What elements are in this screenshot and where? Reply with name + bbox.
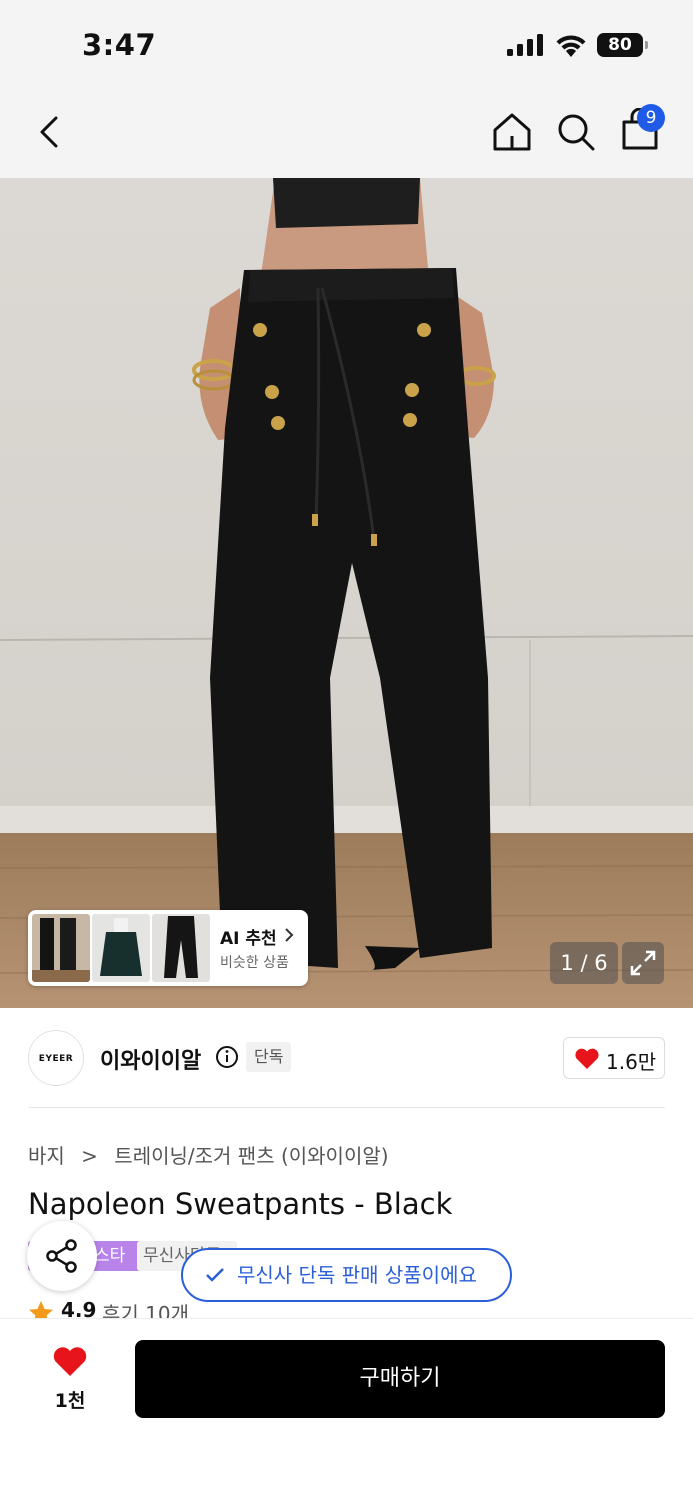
cart-count-badge: 9 — [637, 104, 665, 132]
product-photo — [0, 178, 693, 1008]
check-icon — [206, 1268, 224, 1282]
breadcrumb-subcategory[interactable]: 트레이닝/조거 팬츠 (이와이이알) — [114, 1144, 388, 1168]
thumbnail-image — [92, 914, 150, 982]
recommendation-thumbnail[interactable] — [92, 914, 150, 982]
home-button[interactable] — [490, 110, 534, 154]
thumbnail-image — [152, 914, 210, 982]
brand-name[interactable]: 이와이이알 — [100, 1043, 201, 1075]
search-icon — [558, 114, 595, 151]
back-button[interactable] — [30, 110, 70, 154]
expand-image-button[interactable] — [622, 942, 664, 984]
toast-text: 무신사 단독 판매 상품이에요 — [237, 1263, 477, 1287]
top-nav-bar — [0, 90, 693, 178]
signal-icon — [507, 34, 543, 56]
star-icon — [29, 1301, 53, 1320]
product-title: Napoleon Sweatpants - Black — [28, 1187, 453, 1221]
chevron-left-icon — [40, 116, 58, 148]
chevron-right-icon — [285, 928, 294, 942]
status-bar: 3:47 80 — [0, 0, 693, 90]
recommendation-thumbnail[interactable] — [32, 914, 90, 982]
rating-score: 4.9 — [61, 1298, 97, 1320]
wishlist-button[interactable]: 1천 — [30, 1340, 110, 1420]
search-button[interactable] — [554, 110, 598, 154]
share-button[interactable] — [27, 1221, 97, 1291]
exclusive-tag: 단독 — [246, 1042, 292, 1072]
review-count[interactable]: 후기 10개 — [102, 1298, 189, 1320]
expand-icon — [630, 950, 656, 976]
battery-tip-icon — [645, 41, 648, 49]
info-icon[interactable] — [215, 1045, 239, 1069]
heart-icon — [575, 1048, 599, 1069]
buy-button[interactable]: 구매하기 — [135, 1340, 665, 1418]
wifi-icon — [556, 35, 586, 57]
wishlist-count: 1천 — [54, 1390, 86, 1412]
battery-indicator: 80 — [597, 33, 643, 57]
home-icon — [493, 113, 531, 151]
thumbnail-image — [32, 914, 90, 982]
ai-recommendation-subtitle: 비슷한 상품 — [220, 955, 289, 971]
breadcrumb-category[interactable]: 바지 — [28, 1144, 65, 1168]
status-time: 3:47 — [82, 28, 157, 62]
brand-logo[interactable]: EYEER — [28, 1030, 84, 1086]
divider — [28, 1107, 665, 1108]
exclusive-toast: 무신사 단독 판매 상품이에요 — [181, 1248, 512, 1302]
ai-recommendation-card[interactable]: AI 추천 비슷한 상품 — [28, 910, 308, 986]
ai-recommendation-title: AI 추천 — [220, 929, 277, 949]
brand-like-count: 1.6만 — [606, 1050, 657, 1074]
share-icon — [46, 1239, 77, 1273]
recommendation-thumbnail[interactable] — [152, 914, 210, 982]
image-page-counter: 1 / 6 — [550, 942, 618, 984]
chevron-right-icon: > — [81, 1144, 98, 1168]
brand-like-button[interactable]: 1.6만 — [563, 1037, 665, 1079]
heart-icon — [53, 1347, 87, 1376]
product-image-gallery[interactable] — [0, 178, 693, 1008]
breadcrumb: 바지 > 트레이닝/조거 팬츠 (이와이이알) — [28, 1140, 389, 1169]
